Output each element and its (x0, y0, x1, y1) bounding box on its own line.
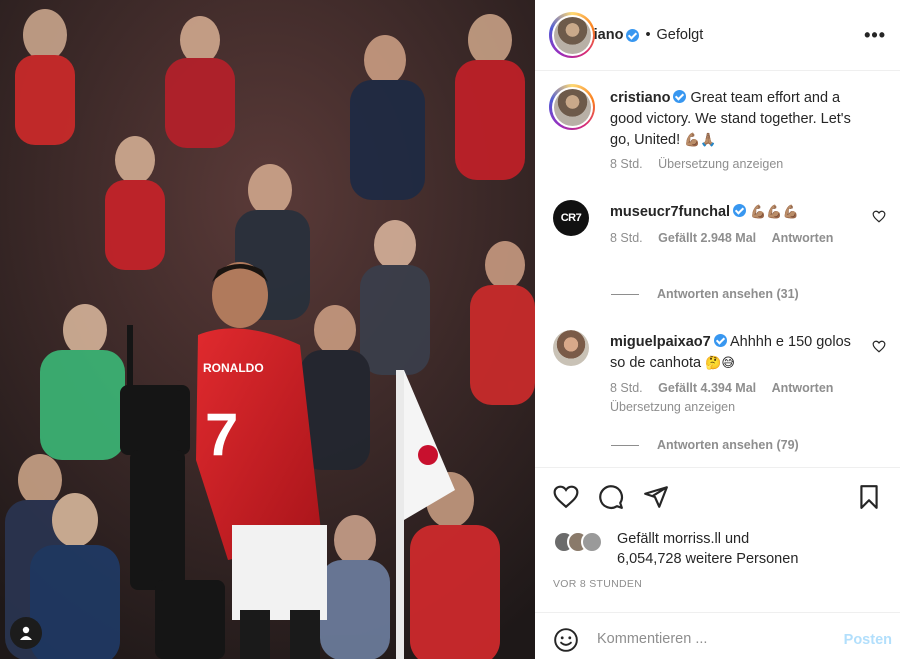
post-timestamp[interactable]: VOR 8 STUNDEN (553, 578, 642, 590)
likes-text: Gefällt morriss.ll und 6,054,728 weitere… (617, 529, 798, 569)
caption-time: 8 Std. (610, 157, 643, 171)
comment-meta: 8 Std. Gefällt 2.948 Mal Antworten (610, 231, 845, 245)
jersey-number: 7 (205, 401, 238, 468)
comment-like-heart-icon[interactable] (872, 210, 886, 223)
comment-like-heart-icon[interactable] (872, 340, 886, 353)
commenter-username[interactable]: museucr7funchal (610, 204, 730, 220)
commenter-avatar[interactable]: CR7 (553, 200, 589, 236)
likes-prefix: Gefällt (617, 531, 659, 547)
likes-count[interactable]: 6,054,728 weitere Personen (617, 551, 798, 567)
verified-badge-icon (626, 28, 640, 42)
comment-emoji: 🤔😅 (705, 356, 735, 371)
commenter-username[interactable]: miguelpaixao7 (610, 334, 711, 350)
comment-time: 8 Std. (610, 231, 643, 245)
view-replies-button[interactable]: Antworten ansehen (79) (611, 438, 799, 452)
post-image: RONALDO 7 (0, 0, 535, 659)
caption-text-block: cristiano Great team effort and a good v… (610, 88, 864, 151)
liker-username[interactable]: morriss.ll (663, 531, 721, 547)
comment-likes[interactable]: Gefällt 2.948 Mal (658, 231, 756, 245)
reply-button[interactable]: Antworten (772, 381, 834, 395)
translate-link[interactable]: Übersetzung anzeigen (658, 157, 783, 171)
commenter-avatar[interactable] (553, 330, 589, 366)
comment-composer: Posten (535, 612, 900, 659)
comment-item: miguelpaixao7 Ahhhh e 150 golos so de ca… (549, 328, 886, 418)
comment-time: 8 Std. (610, 381, 643, 395)
heart-icon[interactable] (553, 484, 579, 510)
comment-item: CR7 museucr7funchal 💪🏽💪🏽💪🏽 8 Std. Gefäll… (549, 198, 886, 258)
verified-badge-icon (673, 90, 687, 103)
actions-divider (535, 467, 900, 468)
comment-meta: 8 Std. Gefällt 4.394 Mal Antworten (610, 381, 845, 395)
comment-input[interactable] (597, 625, 817, 653)
post-photo[interactable]: RONALDO 7 (0, 0, 535, 659)
separator-dot: • (645, 27, 651, 43)
caption-avatar[interactable] (549, 84, 595, 130)
translate-link[interactable]: Übersetzung anzeigen (610, 400, 735, 414)
likes-suffix: und (724, 531, 750, 547)
view-replies-label: Antworten ansehen (79) (657, 438, 799, 452)
comment-translate: Übersetzung anzeigen (610, 400, 747, 414)
verified-badge-icon (713, 334, 727, 347)
profile-avatar-icon[interactable] (10, 617, 42, 649)
share-icon[interactable] (643, 484, 669, 510)
comment-text-block: museucr7funchal 💪🏽💪🏽💪🏽 (610, 202, 864, 223)
more-icon[interactable]: ••• (864, 25, 886, 46)
view-replies-button[interactable]: Antworten ansehen (31) (611, 287, 799, 301)
post-header: cristiano • Gefolgt ••• (549, 12, 886, 58)
action-bar (553, 484, 882, 512)
post-side-panel: cristiano • Gefolgt ••• cristiano Great … (535, 0, 900, 659)
comment-text-block: miguelpaixao7 Ahhhh e 150 golos so de ca… (610, 332, 864, 374)
reply-button[interactable]: Antworten (772, 231, 834, 245)
jersey-name: RONALDO (203, 361, 264, 375)
comment-icon[interactable] (598, 484, 624, 510)
follow-status-button[interactable]: Gefolgt (657, 27, 704, 43)
liker-avatars[interactable] (553, 531, 613, 555)
bookmark-icon[interactable] (856, 484, 882, 510)
post-comment-button[interactable]: Posten (844, 632, 892, 648)
caption-meta: 8 Std. Übersetzung anzeigen (610, 157, 795, 171)
comment-emoji: 💪🏽💪🏽💪🏽 (750, 205, 799, 220)
author-avatar[interactable] (549, 12, 595, 58)
caption-author[interactable]: cristiano (610, 90, 670, 106)
view-replies-label: Antworten ansehen (31) (657, 287, 799, 301)
emoji-icon[interactable] (553, 627, 579, 653)
header-divider (535, 70, 900, 71)
caption-emoji: 💪🏽🙏🏽 (684, 133, 717, 148)
likes-summary: Gefällt morriss.ll und 6,054,728 weitere… (553, 527, 886, 571)
caption: cristiano Great team effort and a good v… (549, 84, 886, 174)
verified-badge-icon (733, 204, 747, 217)
comment-likes[interactable]: Gefällt 4.394 Mal (658, 381, 756, 395)
